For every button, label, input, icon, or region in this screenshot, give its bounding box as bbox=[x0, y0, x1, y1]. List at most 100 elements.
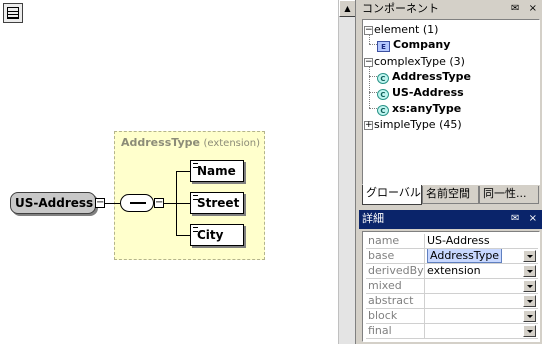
extension-base-type: AddressType bbox=[121, 136, 200, 149]
property-value-field[interactable] bbox=[424, 279, 538, 293]
details-panel-title-bar: 詳細 ✉ × bbox=[359, 210, 542, 229]
property-value-field[interactable]: US-Address bbox=[424, 234, 538, 248]
tree-node-addresstype[interactable]: C AddressType bbox=[377, 69, 471, 85]
diagram-menu-icon[interactable] bbox=[3, 3, 23, 23]
dropdown-arrow-icon[interactable] bbox=[523, 295, 536, 307]
diagram-vertical-scrollbar[interactable]: ▲ bbox=[338, 0, 355, 344]
tree-node-label: Company bbox=[393, 38, 451, 51]
property-name: name bbox=[368, 234, 400, 247]
components-panel: コンポーネント ✉ × −element (1) E Company −compl… bbox=[359, 0, 542, 206]
element-marker-icon bbox=[193, 195, 198, 200]
scroll-up-arrow-icon[interactable]: ▲ bbox=[339, 0, 355, 17]
property-value-field[interactable] bbox=[424, 309, 538, 323]
tree-node-label: AddressType bbox=[392, 70, 471, 83]
details-panel: 詳細 ✉ × name US-Address base AddressType … bbox=[359, 210, 542, 344]
expand-plus-icon[interactable]: + bbox=[364, 121, 373, 130]
components-tree: −element (1) E Company −complexType (3) C… bbox=[362, 19, 540, 185]
tree-node-label: simpleType bbox=[374, 118, 436, 131]
tree-node-complextype[interactable]: −complexType (3) bbox=[364, 54, 465, 70]
element-marker-icon bbox=[193, 227, 198, 232]
details-panel-title: 詳細 bbox=[362, 212, 384, 225]
complextype-icon: C bbox=[377, 105, 389, 116]
dropdown-arrow-icon[interactable] bbox=[523, 265, 536, 277]
close-icon[interactable]: × bbox=[529, 213, 540, 224]
property-row-derivedby[interactable]: derivedBy extension bbox=[366, 264, 538, 279]
property-name: derivedBy bbox=[368, 264, 424, 277]
menu-icon-line bbox=[8, 11, 18, 12]
pin-icon[interactable]: ✉ bbox=[511, 213, 522, 224]
property-name: mixed bbox=[368, 279, 402, 292]
property-value-field[interactable]: AddressType bbox=[424, 249, 538, 263]
property-name: block bbox=[368, 309, 398, 322]
property-row-base[interactable]: base AddressType bbox=[366, 249, 538, 264]
tree-node-count: (3) bbox=[449, 55, 465, 68]
pin-icon[interactable]: ✉ bbox=[511, 3, 522, 14]
tree-node-xs-anytype[interactable]: Cxs:anyType bbox=[377, 101, 461, 117]
tree-node-us-address[interactable]: C US-Address bbox=[377, 85, 464, 101]
property-value: AddressType bbox=[427, 249, 503, 263]
connector-line bbox=[105, 203, 120, 204]
tree-node-count: (45) bbox=[439, 118, 462, 131]
tree-node-simpletype[interactable]: +simpleType (45) bbox=[364, 117, 462, 133]
dropdown-arrow-icon[interactable] bbox=[523, 310, 536, 322]
tree-guide bbox=[369, 66, 370, 108]
property-name: final bbox=[368, 324, 392, 337]
tree-node-count: (1) bbox=[422, 23, 439, 36]
root-element-label: US-Address bbox=[15, 196, 94, 210]
property-name: base bbox=[368, 249, 395, 262]
element-city[interactable]: City bbox=[190, 224, 244, 246]
tree-guide bbox=[369, 44, 377, 45]
dropdown-arrow-icon[interactable] bbox=[523, 325, 536, 337]
property-row-mixed[interactable]: mixed bbox=[366, 279, 538, 294]
collapse-minus-icon: − bbox=[155, 197, 164, 208]
sequence-collapse-toggle[interactable]: − bbox=[154, 198, 164, 208]
close-icon[interactable]: × bbox=[529, 3, 540, 14]
tab-global[interactable]: グローバル bbox=[362, 185, 422, 205]
tree-guide bbox=[369, 76, 377, 77]
tree-guide bbox=[369, 92, 377, 93]
root-collapse-toggle[interactable]: − bbox=[95, 198, 105, 208]
tree-guide bbox=[369, 108, 377, 109]
connector-line bbox=[164, 203, 176, 204]
dropdown-arrow-icon[interactable] bbox=[523, 250, 536, 262]
collapse-minus-icon: − bbox=[96, 197, 105, 208]
dropdown-arrow-icon[interactable] bbox=[523, 280, 536, 292]
details-property-grid: name US-Address base AddressType derived… bbox=[362, 231, 540, 342]
tree-node-label: US-Address bbox=[392, 86, 464, 99]
tab-identity[interactable]: 同一性... bbox=[479, 186, 539, 204]
components-panel-title: コンポーネント bbox=[362, 2, 439, 15]
components-tabs: グローバル 名前空間 同一性... bbox=[359, 185, 542, 206]
sequence-icon bbox=[130, 202, 146, 204]
property-value-field[interactable] bbox=[424, 324, 538, 338]
tab-namespace[interactable]: 名前空間 bbox=[422, 186, 479, 204]
tree-node-label: complexType bbox=[374, 55, 446, 68]
element-name[interactable]: Name bbox=[190, 160, 244, 182]
tree-node-label: xs:anyType bbox=[392, 102, 462, 115]
property-value-field[interactable] bbox=[424, 294, 538, 308]
extension-kind-label: (extension) bbox=[203, 138, 261, 149]
element-label: Street bbox=[197, 196, 240, 210]
element-marker-icon bbox=[193, 163, 198, 168]
property-row-block[interactable]: block bbox=[366, 309, 538, 324]
tree-node-company[interactable]: E Company bbox=[377, 37, 450, 53]
schema-diagram-canvas[interactable]: AddressType (extension) US-Address − − N… bbox=[0, 0, 356, 344]
connector-line bbox=[176, 171, 190, 172]
collapse-minus-icon[interactable]: − bbox=[364, 26, 373, 35]
collapse-minus-icon[interactable]: − bbox=[364, 58, 373, 67]
complextype-icon: C bbox=[377, 89, 389, 100]
property-row-name[interactable]: name US-Address bbox=[366, 234, 538, 249]
element-label: Name bbox=[197, 164, 236, 178]
sequence-compositor[interactable] bbox=[120, 194, 154, 212]
property-value-field[interactable]: extension bbox=[424, 264, 538, 278]
tree-node-label: element bbox=[374, 23, 420, 36]
element-icon: E bbox=[377, 41, 390, 52]
root-element-box[interactable]: US-Address bbox=[10, 192, 96, 214]
property-value: US-Address bbox=[427, 234, 490, 247]
property-value: extension bbox=[427, 264, 481, 277]
connector-line bbox=[176, 203, 190, 204]
property-row-final[interactable]: final bbox=[366, 324, 538, 339]
tree-node-element[interactable]: −element (1) bbox=[364, 22, 438, 38]
menu-icon-line bbox=[8, 17, 18, 18]
element-street[interactable]: Street bbox=[190, 192, 244, 214]
property-row-abstract[interactable]: abstract bbox=[366, 294, 538, 309]
